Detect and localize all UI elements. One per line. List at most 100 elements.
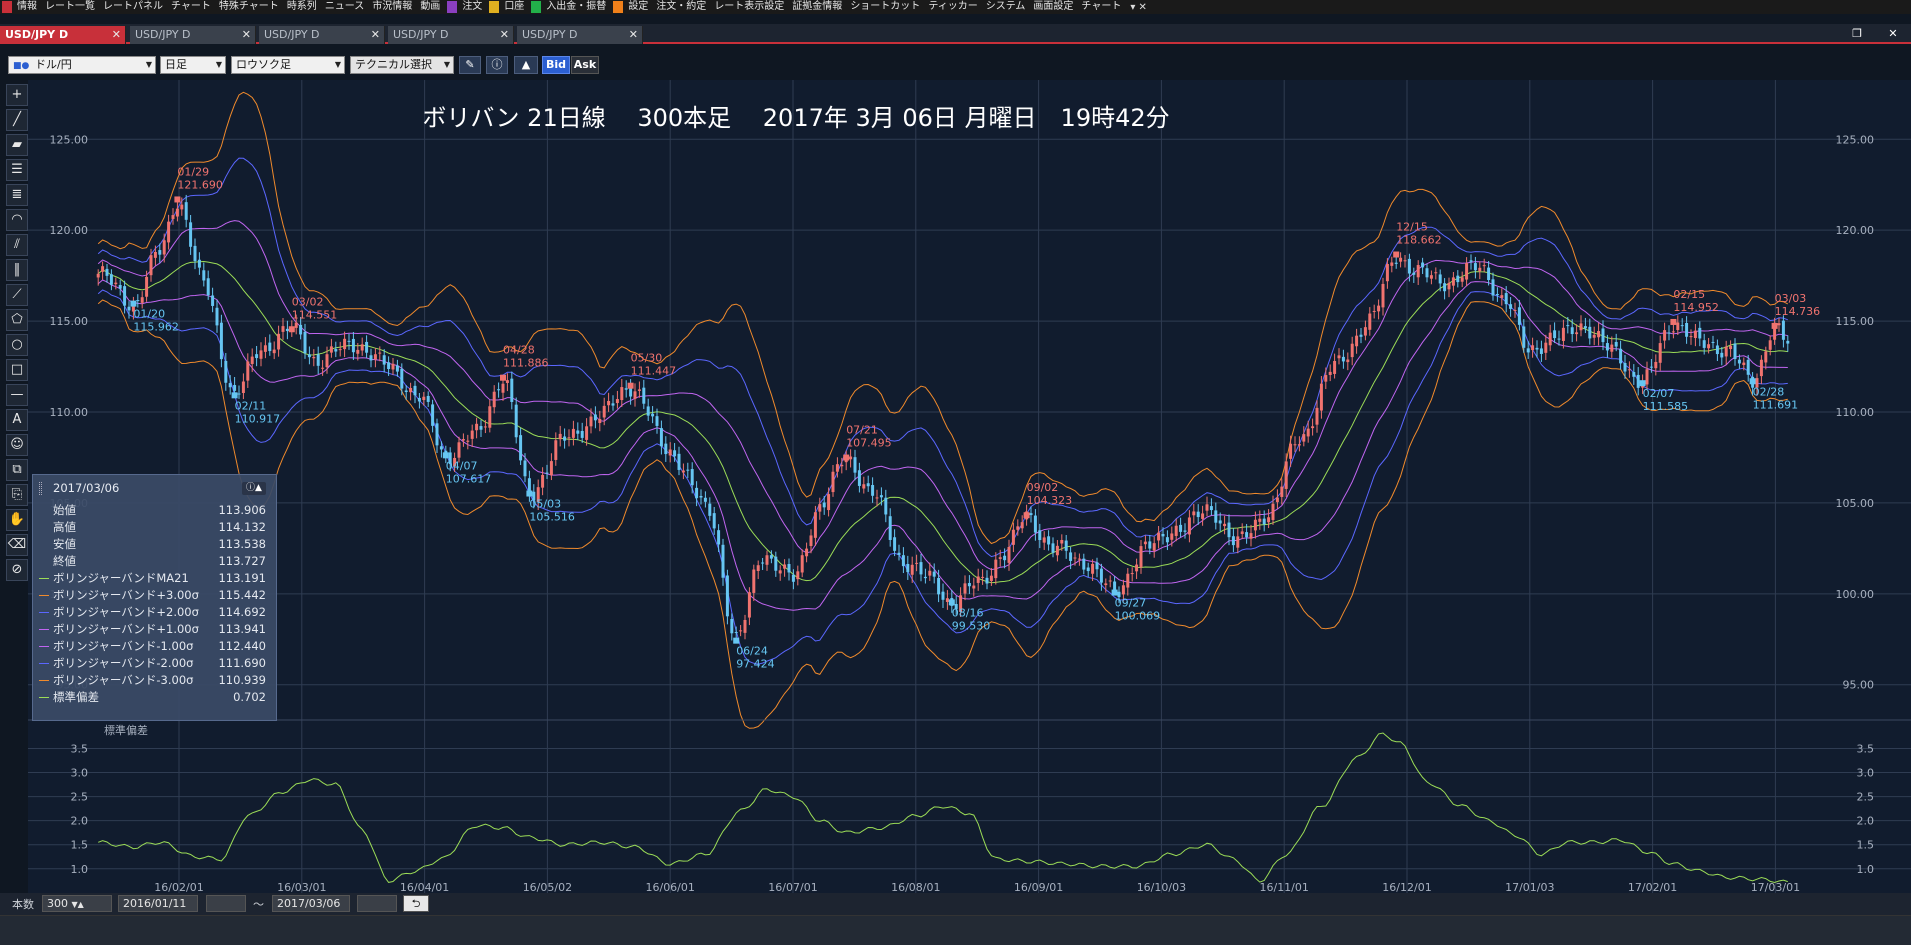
menu-item[interactable]: レート表示設定: [711, 0, 789, 14]
candle-body: [1605, 343, 1609, 351]
menu-item[interactable]: 注文: [459, 0, 487, 14]
candle-body: [237, 393, 241, 395]
candle-body: [1539, 348, 1543, 354]
candle-body: [334, 349, 338, 352]
candle-body: [765, 555, 769, 565]
mountain-chart-icon[interactable]: ▲: [514, 56, 538, 74]
from-date-input[interactable]: 2016/01/11: [118, 895, 198, 912]
rectangle-icon[interactable]: □: [6, 359, 28, 381]
candle-body: [813, 512, 817, 538]
date-tick: 16/05/02: [523, 881, 572, 893]
ask-button[interactable]: Ask: [571, 56, 599, 74]
tab-usdjpy-1[interactable]: USD/JPY D ✕: [0, 26, 126, 44]
info-panel-header[interactable]: 2017/03/06 ⓘ▲: [33, 475, 276, 502]
smiley-icon[interactable]: ☺: [6, 434, 28, 456]
peak-date-label: 09/02: [1027, 481, 1059, 494]
close-icon[interactable]: ✕: [371, 26, 380, 44]
candle-body: [1764, 351, 1768, 363]
tab-usdjpy-4[interactable]: USD/JPY D ✕: [388, 26, 514, 44]
info-row-value: 113.941: [218, 622, 266, 636]
menu-item[interactable]: 特殊チャート: [216, 0, 284, 14]
close-icon[interactable]: ✕: [629, 26, 638, 44]
fibonacci-icon[interactable]: ≣: [6, 184, 28, 206]
ruler-icon[interactable]: ▰: [6, 134, 28, 156]
menu-item[interactable]: 口座: [501, 0, 529, 14]
menu-color-marker: [531, 1, 542, 13]
to-time-input[interactable]: [357, 895, 397, 912]
bid-button[interactable]: Bid: [542, 56, 570, 74]
menu-item[interactable]: 証拠金情報: [789, 0, 847, 14]
menu-item[interactable]: 設定: [625, 0, 653, 14]
menu-more-icon[interactable]: ▾ ✕: [1126, 2, 1151, 13]
to-date-input[interactable]: 2017/03/06: [272, 895, 350, 912]
menu-item[interactable]: チャート: [1078, 0, 1126, 14]
close-window-icon[interactable]: ✕: [1885, 27, 1901, 41]
bar-count-select[interactable]: 300 ▼▲: [42, 895, 112, 912]
sd-tick-right: 1.0: [1857, 863, 1875, 876]
tab-usdjpy-5[interactable]: USD/JPY D ✕: [517, 26, 643, 44]
fan-icon[interactable]: ⟋: [6, 284, 28, 306]
tab-usdjpy-2[interactable]: USD/JPY D ✕: [130, 26, 256, 44]
candle-body: [857, 470, 861, 486]
tab-usdjpy-3[interactable]: USD/JPY D ✕: [259, 26, 385, 44]
crosshair-icon[interactable]: +: [6, 84, 28, 106]
candle-body: [888, 516, 892, 540]
menu-item[interactable]: 時系列: [284, 0, 322, 14]
menu-item[interactable]: ショートカット: [847, 0, 925, 14]
pentagon-icon[interactable]: ⬠: [6, 309, 28, 331]
copy-icon[interactable]: ⧉: [6, 459, 28, 481]
close-icon[interactable]: ✕: [500, 26, 509, 44]
arc-icon[interactable]: ◠: [6, 209, 28, 231]
menu-item[interactable]: レートパネル: [100, 0, 168, 14]
circle-icon[interactable]: ○: [6, 334, 28, 356]
ohlc-info-panel[interactable]: 2017/03/06 ⓘ▲ 始値 113.906 高値 114.132 安値 113.53…: [32, 474, 277, 721]
candle-body: [1240, 531, 1244, 534]
menu-item[interactable]: 市況情報: [369, 0, 417, 14]
menu-item[interactable]: 画面設定: [1030, 0, 1078, 14]
restore-window-icon[interactable]: ❐: [1849, 27, 1865, 41]
menu-item[interactable]: 動画: [417, 0, 445, 14]
peak-price-label: 114.952: [1673, 301, 1719, 314]
return-icon[interactable]: ⮌: [403, 895, 429, 912]
chart-type-value: ロウソク足: [236, 58, 291, 71]
info-icon[interactable]: ⓘ: [486, 56, 508, 74]
info-collapse-icon[interactable]: ⓘ▲: [242, 482, 266, 495]
vertical-lines-icon[interactable]: ‖: [6, 259, 28, 281]
date-tick: 17/01/03: [1505, 881, 1554, 893]
period-select[interactable]: 日足 ▼: [160, 56, 226, 74]
menu-item[interactable]: システム: [983, 0, 1031, 14]
info-row-label: 始値: [53, 503, 76, 517]
candle-body: [299, 324, 303, 335]
candle-body: [637, 389, 641, 391]
chart-type-select[interactable]: ロウソク足 ▼: [231, 56, 345, 74]
close-icon[interactable]: ✕: [242, 26, 251, 44]
trendline-icon[interactable]: ╱: [6, 109, 28, 131]
erase-all-icon[interactable]: ⊘: [6, 559, 28, 581]
pencil-icon[interactable]: ✎: [459, 56, 481, 74]
menu-item[interactable]: ニュース: [322, 0, 370, 14]
menu-item[interactable]: チャート: [168, 0, 216, 14]
candle-body: [1302, 434, 1306, 442]
channel-icon[interactable]: ⫽: [6, 234, 28, 256]
menu-item[interactable]: 入出金・振替: [543, 0, 611, 14]
line-icon[interactable]: —: [6, 384, 28, 406]
eraser-icon[interactable]: ⌫: [6, 534, 28, 556]
candle-body: [875, 497, 879, 499]
currency-pair-select[interactable]: ■● ドル/円 ▼: [8, 56, 156, 74]
menu-item[interactable]: ティッカー: [925, 0, 982, 14]
text-icon[interactable]: A: [6, 409, 28, 431]
price-chart[interactable]: 01/29121.690 01/20115.962 02/11110.917 03/0…: [28, 80, 1911, 893]
horizontal-line-icon[interactable]: ☰: [6, 159, 28, 181]
menu-item[interactable]: 注文・約定: [653, 0, 711, 14]
candle-body: [338, 349, 342, 351]
menu-item[interactable]: レート一覧: [42, 0, 100, 14]
drag-handle[interactable]: [39, 482, 42, 495]
hand-icon[interactable]: ✋: [6, 509, 28, 531]
candle-body: [611, 403, 615, 406]
paste-icon[interactable]: ⎘: [6, 484, 28, 506]
from-time-input[interactable]: [206, 895, 246, 912]
technical-select-button[interactable]: テクニカル選択 ▼: [350, 56, 454, 74]
candle-body: [730, 618, 734, 634]
close-icon[interactable]: ✕: [112, 26, 121, 44]
menu-item[interactable]: 情報: [14, 0, 42, 14]
